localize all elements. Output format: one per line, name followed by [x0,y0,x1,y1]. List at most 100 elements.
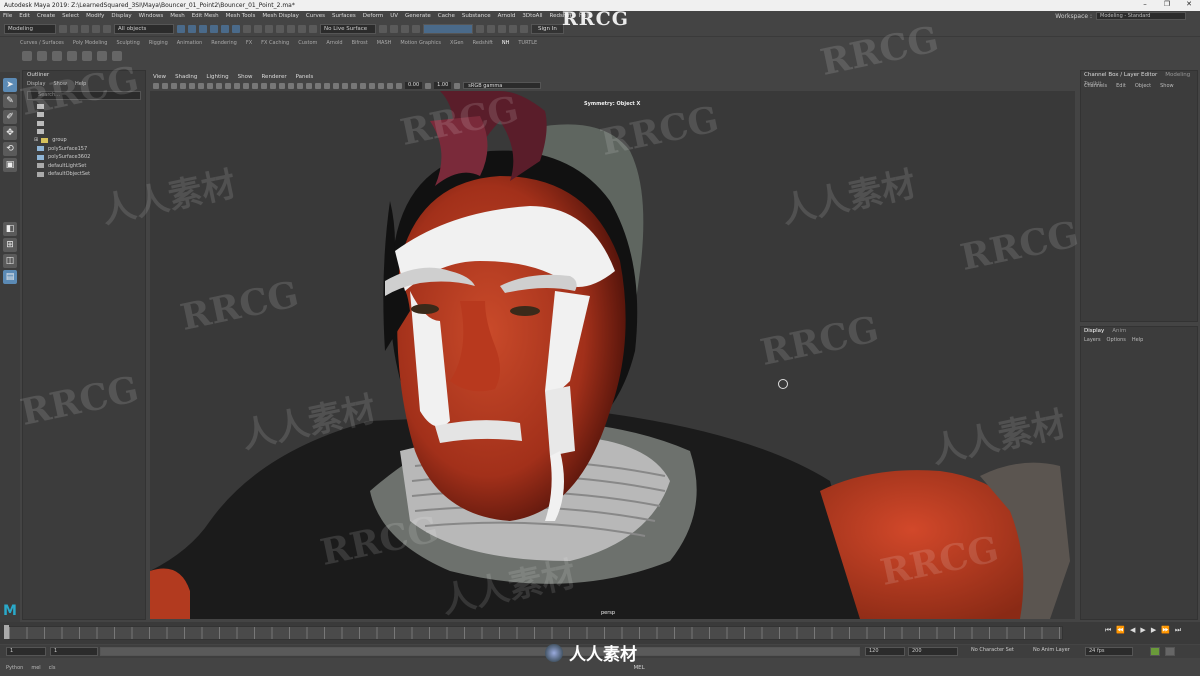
step-back-key-icon[interactable]: ⏪ [1116,626,1125,635]
menu-edit[interactable]: Edit [19,13,30,19]
resolution-gate-icon[interactable] [216,82,222,89]
range-slider[interactable] [100,647,860,656]
shelf-tab-turtle[interactable]: TURTLE [518,40,537,46]
minimize-icon[interactable]: – [1134,0,1156,8]
character-set-field[interactable]: No Character Set [968,647,1026,656]
menu-generate[interactable]: Generate [405,13,431,19]
use-all-lights-icon[interactable] [306,82,312,89]
paint-select-icon[interactable]: ✐ [3,110,17,124]
xray-joints-icon[interactable] [378,82,384,89]
shelf-tab-motion-graphics[interactable]: Motion Graphics [400,40,441,46]
snap-surface-icon[interactable] [298,24,306,33]
layer-menu-options[interactable]: Options [1107,336,1126,345]
make-live-icon[interactable] [309,24,317,33]
menu-select[interactable]: Select [62,13,79,19]
outliner-item-group[interactable]: ⊞ group [23,136,145,145]
rotate-tool-icon[interactable]: ⟲ [3,142,17,156]
xray-icon[interactable] [369,82,375,89]
screen-space-ao-icon[interactable] [324,82,330,89]
cmd-cls[interactable]: cls [49,665,56,671]
objects-dropdown[interactable]: All objects [114,23,174,34]
maximize-icon[interactable]: ❐ [1156,0,1178,8]
outliner-menu-help[interactable]: Help [75,80,86,89]
gamma-field[interactable]: 1.00 [434,82,452,89]
shelf-tab-custom[interactable]: Custom [298,40,317,46]
anim-layer-field[interactable]: No Anim Layer [1030,647,1080,656]
field-chart-icon[interactable] [234,82,240,89]
shelf-tool-icon[interactable] [22,50,32,61]
grease-pencil-icon[interactable] [189,82,195,89]
viewport-menu-shading[interactable]: Shading [175,74,197,80]
menu-create[interactable]: Create [37,13,55,19]
shelf-tab-rendering[interactable]: Rendering [211,40,237,46]
open-scene-icon[interactable] [70,24,78,33]
textured-icon[interactable] [297,82,303,89]
time-slider-ticks[interactable] [8,626,1063,640]
menu-mesh-display[interactable]: Mesh Display [262,13,299,19]
auto-key-icon[interactable] [1150,647,1160,656]
outliner-menu-display[interactable]: Display [27,80,45,89]
outliner-item[interactable]: polySurface157 [23,145,145,154]
outliner-item[interactable]: defaultLightSet [23,162,145,171]
current-time-marker[interactable] [4,625,9,639]
smooth-shade-icon[interactable] [270,82,276,89]
live-surface-field[interactable]: No Live Surface [320,23,376,34]
outliner-item[interactable] [23,119,145,128]
menuset-dropdown[interactable]: Modeling [4,23,56,34]
shelf-tool-icon[interactable] [37,50,47,61]
cmd-mel[interactable]: mel [31,665,40,671]
go-to-start-icon[interactable]: ⏮ [1105,626,1111,635]
pick-mask-icon[interactable] [210,24,218,33]
tab-anim[interactable]: Anim [1112,327,1126,336]
manipulator-icon[interactable] [778,379,788,389]
menu-arnold[interactable]: Arnold [498,13,516,19]
menu-uv[interactable]: UV [390,13,398,19]
exposure-field[interactable]: 0.00 [405,82,423,89]
outliner-menu-show[interactable]: Show [53,80,67,89]
workspace-dropdown[interactable]: Modeling - Standard [1096,12,1186,20]
pick-mask-icon-2[interactable] [221,24,229,33]
menu-surfaces[interactable]: Surfaces [332,13,356,19]
shelf-tab-fx-caching[interactable]: FX Caching [261,40,289,46]
start-time-field[interactable]: 1 [6,647,46,656]
lasso-tool-icon[interactable]: ✎ [3,94,17,108]
depth-of-field-icon[interactable] [351,82,357,89]
shelf-tab-arnold[interactable]: Arnold [326,40,342,46]
2d-pan-zoom-icon[interactable] [180,82,186,89]
backface-culling-icon[interactable] [387,82,393,89]
color-management-icon[interactable] [454,82,461,89]
ipr-render-icon[interactable] [390,24,398,33]
channel-menu-channels[interactable]: Channels [1084,80,1107,92]
outliner-item[interactable]: defaultObjectSet [23,170,145,179]
four-view-icon[interactable]: ⊞ [3,238,17,252]
shelf-tab-fx[interactable]: FX [246,40,252,46]
menu-windows[interactable]: Windows [139,13,164,19]
shelf-tool-icon[interactable] [67,50,77,61]
step-back-icon[interactable]: ◀ [1130,626,1135,635]
viewport-menu-renderer[interactable]: Renderer [261,74,286,80]
shelf-tab-redshift[interactable]: Redshift [473,40,493,46]
snap-grid-icon[interactable] [254,24,262,33]
menu-cache[interactable]: Cache [438,13,455,19]
exposure-icon[interactable] [396,82,402,89]
bookmark-icon[interactable] [162,82,168,89]
input-field[interactable] [423,23,473,34]
menu-modify[interactable]: Modify [86,13,104,19]
shelf-tab-xgen[interactable]: XGen [450,40,464,46]
lock-icon[interactable] [243,24,251,33]
menu-deform[interactable]: Deform [363,13,383,19]
layout-icon[interactable]: ▤ [3,270,17,284]
expand-icon[interactable]: ⊞ [34,137,38,143]
new-scene-icon[interactable] [59,24,67,33]
menu-curves[interactable]: Curves [306,13,325,19]
shelf-tool-icon[interactable] [112,50,122,61]
outliner-item[interactable]: polySurface3602 [23,153,145,162]
shelf-tab-mash[interactable]: MASH [377,40,392,46]
layer-menu-layers[interactable]: Layers [1084,336,1101,345]
scale-tool-icon[interactable]: ▣ [3,158,17,172]
shelf-tab-animation[interactable]: Animation [177,40,203,46]
gate-mask-icon[interactable] [225,82,231,89]
end-time-field[interactable]: 200 [908,647,958,656]
menu-edit-mesh[interactable]: Edit Mesh [192,13,219,19]
shadows-icon[interactable] [315,82,321,89]
